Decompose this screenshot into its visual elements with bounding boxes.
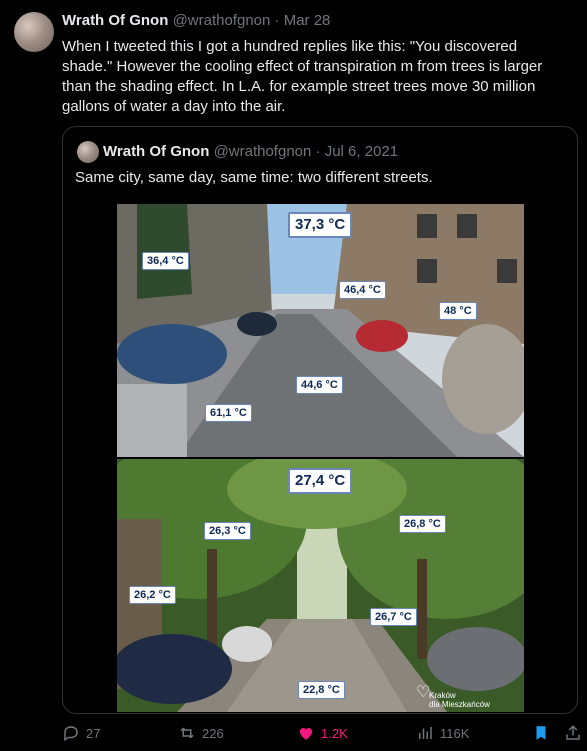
repost-button[interactable]: 226	[178, 724, 224, 742]
author-name[interactable]: Wrath Of Gnon	[62, 12, 168, 29]
heart-icon	[299, 727, 313, 740]
like-button[interactable]: 1.2K	[297, 724, 348, 742]
repost-count: 226	[202, 725, 224, 741]
like-count: 1.2K	[321, 725, 348, 741]
bookmark-icon	[536, 726, 546, 740]
photo-sunny-street[interactable]: 37,3 °C 36,4 °C 46,4 °C 48 °C 44,6 °C 61…	[117, 204, 524, 457]
temp-label: 26,2 °C	[129, 586, 176, 604]
photo-credit-line: Kraków	[429, 691, 456, 700]
quote-author-handle: @wrathofgnon	[213, 143, 312, 160]
views-chart-icon	[419, 727, 432, 739]
temp-label: 26,3 °C	[204, 522, 251, 540]
photo-credit: Kraków dla Mieszkańców	[429, 691, 490, 709]
separator-dot: ·	[274, 12, 280, 29]
reply-icon	[64, 726, 78, 742]
temp-label: 22,8 °C	[298, 681, 345, 699]
author-avatar[interactable]	[14, 12, 54, 52]
sunny-street-illustration	[117, 204, 524, 457]
temp-label: 46,4 °C	[339, 281, 386, 299]
temp-label: 36,4 °C	[142, 252, 189, 270]
reply-count: 27	[86, 725, 101, 741]
views-count: 116K	[440, 725, 470, 741]
temp-label: 48 °C	[439, 302, 477, 320]
share-button[interactable]	[564, 724, 582, 742]
quote-date: Jul 6, 2021	[324, 143, 399, 160]
tweet-text: When I tweeted this I got a hundred repl…	[62, 38, 543, 115]
photo-credit-line: dla Mieszkańców	[429, 700, 490, 709]
quote-separator-dot: ·	[315, 143, 321, 160]
temp-label: 26,8 °C	[399, 515, 446, 533]
temp-label: 61,1 °C	[205, 404, 252, 422]
views-button[interactable]: 116K	[416, 724, 469, 742]
author-handle[interactable]: @wrathofgnon	[173, 12, 271, 29]
repost-icon	[180, 727, 194, 739]
air-temp-label: 27,4 °C	[288, 468, 353, 494]
bookmark-button[interactable]	[532, 724, 550, 742]
tweet-action-bar: 27 226 1.2K 116K	[0, 724, 587, 748]
tweet-date[interactable]: Mar 28	[284, 12, 331, 29]
quote-author-avatar	[77, 141, 99, 163]
quote-author-name: Wrath Of Gnon	[103, 143, 210, 160]
temp-label: 26,7 °C	[370, 608, 417, 626]
air-temp-label: 37,3 °C	[288, 212, 353, 238]
quote-header: Wrath Of Gnon @wrathofgnon · Jul 6, 2021	[103, 143, 398, 160]
temp-label: 44,6 °C	[296, 376, 343, 394]
tree-street-illustration	[117, 459, 524, 712]
tweet-header: Wrath Of Gnon @wrathofgnon · Mar 28	[62, 12, 330, 29]
photo-tree-lined-street[interactable]: 27,4 °C 26,3 °C 26,8 °C 26,2 °C 26,7 °C …	[117, 459, 524, 712]
reply-button[interactable]: 27	[62, 724, 100, 742]
share-icon	[566, 725, 580, 740]
quote-text: Same city, same day, same time: two diff…	[75, 169, 433, 186]
